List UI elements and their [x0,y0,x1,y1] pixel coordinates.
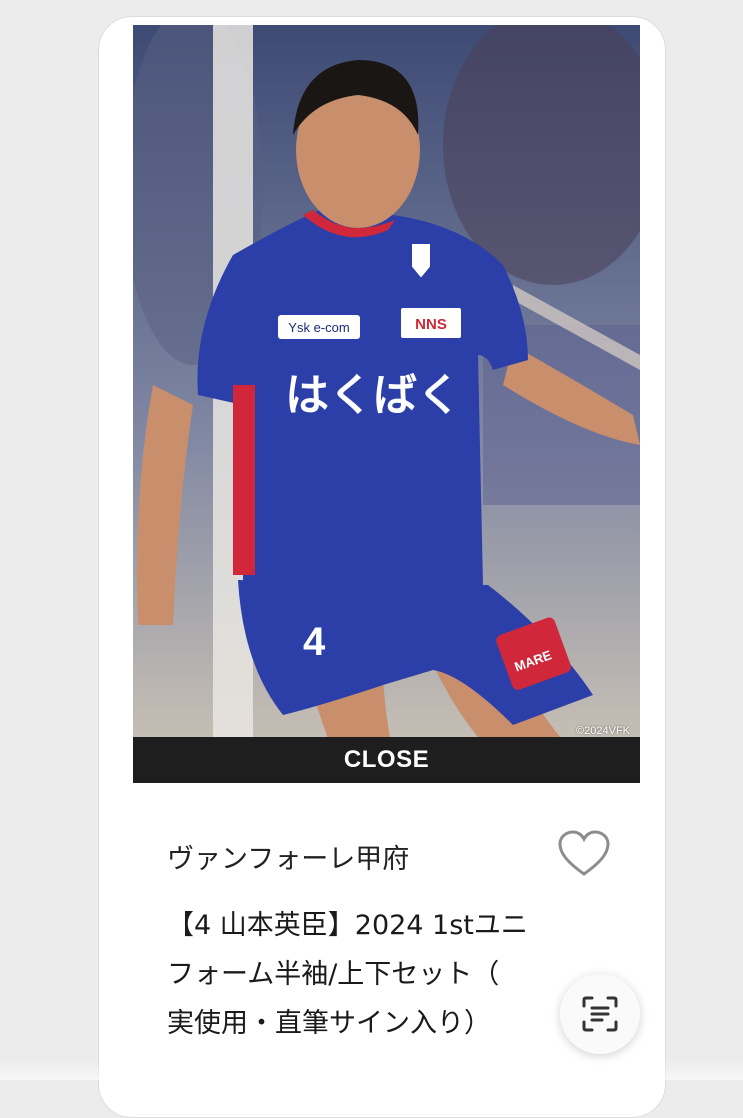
product-title-line: 【4 山本英臣】2024 1stユニ [167,910,528,941]
sleeve-sponsor: Ysk e-com [288,320,349,335]
close-button[interactable]: CLOSE [133,737,640,783]
scan-text-button[interactable] [560,974,640,1054]
product-title-line: フォーム半袖/上下セット（ [167,959,500,990]
product-photo[interactable]: Ysk e-com NNS はくばく 4 MARE ©2024VFK [133,25,640,753]
chest-sponsor: NNS [415,316,447,333]
product-title-line: 実使用・直筆サイン入り） [167,1008,491,1039]
shirt-sponsor: はくばく [285,370,461,421]
club-name: ヴァンフォーレ甲府 [167,844,410,875]
player-illustration: Ysk e-com NNS はくばく 4 MARE [133,25,640,753]
product-card: Ysk e-com NNS はくばく 4 MARE ©2024VFK CLOSE… [98,16,666,1118]
shorts-number: 4 [303,620,326,664]
favorite-heart-icon[interactable] [557,829,611,879]
product-title: 【4 山本英臣】2024 1stユニ フォーム半袖/上下セット（ 実使用・直筆サ… [167,901,607,1048]
scan-text-icon [582,996,618,1032]
photo-copyright: ©2024VFK [576,725,630,737]
bottom-fade [0,1060,743,1080]
